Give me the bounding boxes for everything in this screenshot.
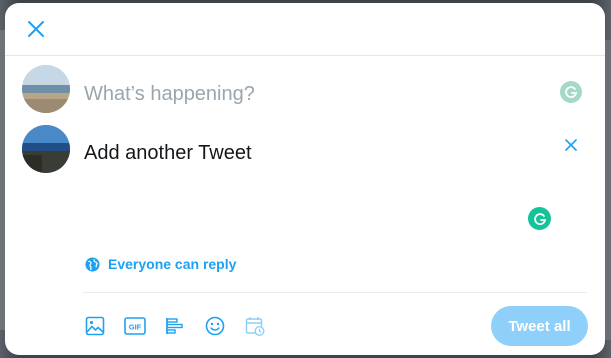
tweet-all-button[interactable]: Tweet all — [491, 306, 588, 346]
grammarly-icon[interactable] — [528, 207, 551, 230]
schedule-button — [243, 314, 267, 338]
avatar — [22, 65, 70, 113]
close-icon — [28, 21, 44, 37]
reply-setting-label: Everyone can reply — [108, 256, 237, 272]
divider — [83, 292, 587, 293]
poll-button[interactable] — [163, 314, 187, 338]
close-button[interactable] — [22, 15, 50, 43]
compose-thread-modal: Add another Tweet Everyone can reply GIF — [5, 3, 605, 355]
schedule-icon — [245, 317, 265, 336]
poll-icon — [166, 318, 183, 334]
reply-setting[interactable]: Everyone can reply — [85, 256, 236, 272]
remove-tweet-button[interactable] — [560, 134, 582, 156]
globe-icon — [85, 256, 100, 272]
svg-text:GIF: GIF — [129, 323, 142, 332]
image-icon — [85, 316, 105, 336]
close-icon — [565, 139, 577, 151]
gif-icon: GIF — [124, 317, 146, 335]
emoji-icon — [205, 316, 225, 336]
second-tweet-text[interactable]: Add another Tweet — [84, 142, 252, 165]
avatar — [22, 125, 70, 173]
modal-header — [5, 3, 605, 56]
gif-button[interactable]: GIF — [123, 314, 147, 338]
grammarly-icon[interactable] — [560, 81, 582, 103]
media-button[interactable] — [83, 314, 107, 338]
backdrop-edge-right — [605, 40, 611, 340]
emoji-button[interactable] — [203, 314, 227, 338]
compose-text-input[interactable] — [84, 79, 544, 109]
